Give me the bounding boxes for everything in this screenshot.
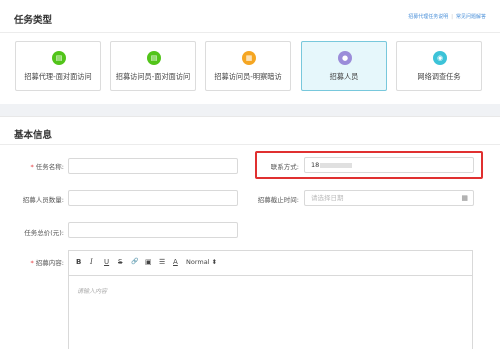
total-price-input[interactable] bbox=[68, 222, 238, 238]
total-price-label: 任务总价(元): bbox=[24, 229, 64, 237]
card-label: 招募访问员-明察暗访 bbox=[214, 72, 282, 81]
card-recruit-agent-face-to-face[interactable]: ▤ 招募代理-面对面访问 bbox=[15, 41, 101, 91]
rich-text-editor[interactable]: B I U S 🔗 ▣ ☰ A Normal ⬍ 请输入内容 bbox=[68, 250, 473, 349]
text-color-icon[interactable]: A bbox=[173, 258, 178, 266]
divider bbox=[0, 32, 500, 33]
recruit-count-label: 招募人员数量: bbox=[22, 196, 64, 204]
image-icon[interactable]: ▣ bbox=[145, 258, 152, 266]
task-name-input[interactable] bbox=[68, 158, 238, 174]
card-online-survey[interactable]: ◉ 网络调查任务 bbox=[396, 41, 482, 91]
card-recruit-staff[interactable]: ● 招募人员 bbox=[301, 41, 387, 91]
globe-icon: ◉ bbox=[433, 51, 447, 65]
card-recruit-interviewer-face-to-face[interactable]: ▤ 招募访问员-面对面访问 bbox=[110, 41, 196, 91]
link-icon[interactable]: 🔗 bbox=[131, 258, 138, 265]
card-label: 招募访问员-面对面访问 bbox=[115, 72, 191, 81]
recruit-count-input[interactable] bbox=[68, 190, 238, 206]
italic-button[interactable]: I bbox=[90, 258, 93, 266]
document-icon: ▤ bbox=[147, 51, 161, 65]
card-label: 网络调查任务 bbox=[417, 72, 461, 81]
basic-info-title: 基本信息 bbox=[14, 130, 53, 141]
card-recruit-interviewer-mystery[interactable]: ▦ 招募访问员-明察暗访 bbox=[205, 41, 291, 91]
divider bbox=[0, 144, 500, 145]
basic-info-panel: 基本信息 * 任务名称: 联系方式: 18 招募人员数量: 招募截止时间: 请选择… bbox=[0, 116, 500, 349]
format-select[interactable]: Normal ⬍ bbox=[186, 258, 217, 266]
bold-button[interactable]: B bbox=[76, 258, 81, 266]
deadline-label: 招募截止时间: bbox=[257, 196, 299, 204]
task-guide-link[interactable]: 招募代理任务说明 bbox=[408, 14, 448, 20]
document-icon: ▤ bbox=[52, 51, 66, 65]
people-icon: ● bbox=[338, 51, 352, 65]
card-label: 招募人员 bbox=[329, 72, 359, 81]
required-mark: * bbox=[30, 163, 34, 171]
strike-button[interactable]: S bbox=[118, 258, 122, 266]
list-icon[interactable]: ☰ bbox=[159, 258, 165, 266]
deadline-date-picker[interactable]: 请选择日期 ▦ bbox=[304, 190, 474, 206]
top-links: 招募代理任务说明 | 常见问题解答 bbox=[408, 14, 486, 20]
highlight-box bbox=[255, 151, 483, 179]
required-mark: * bbox=[30, 259, 34, 267]
card-label: 招募代理-面对面访问 bbox=[24, 72, 92, 81]
editor-toolbar: B I U S 🔗 ▣ ☰ A Normal ⬍ bbox=[69, 251, 472, 276]
faq-link[interactable]: 常见问题解答 bbox=[456, 14, 486, 20]
calendar-icon[interactable]: ▦ bbox=[461, 191, 468, 205]
content-label: * 招募内容: bbox=[30, 259, 64, 267]
clipboard-icon: ▦ bbox=[242, 51, 256, 65]
underline-button[interactable]: U bbox=[104, 258, 109, 266]
chevron-updown-icon: ⬍ bbox=[211, 258, 218, 266]
task-type-panel: 任务类型 招募代理任务说明 | 常见问题解答 ▤ 招募代理-面对面访问 ▤ 招募访问… bbox=[0, 0, 500, 104]
editor-placeholder: 请输入内容 bbox=[77, 288, 108, 295]
task-name-label: * 任务名称: bbox=[30, 163, 64, 171]
task-type-title: 任务类型 bbox=[14, 15, 53, 26]
